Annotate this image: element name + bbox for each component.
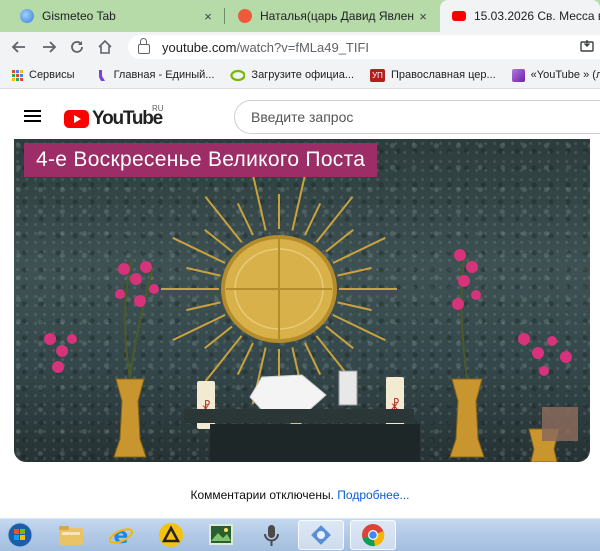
microphone-icon[interactable] [248,520,294,550]
sun-ray [337,301,372,312]
right-vase [449,378,485,458]
home-icon [98,39,112,54]
back-button[interactable] [8,37,30,57]
site-favicon-icon [238,9,252,23]
url-path: /watch?v=fMLa49_TIFI [236,39,370,55]
sun-ray [172,314,226,342]
gismeteo-favicon-icon [20,9,34,23]
tab-gismeteo[interactable]: Gismeteo Tab × [8,0,223,32]
sun-ray [172,236,226,264]
search-input[interactable] [234,100,600,134]
sun-ray [186,301,221,312]
menu-icon[interactable] [24,110,41,122]
windows-start-icon[interactable] [0,520,40,550]
left-vase [113,378,147,458]
bookmark-label: Главная - Единый... [113,69,215,81]
tab-title: Gismeteo Tab [42,9,116,23]
sun-ray [236,202,254,236]
triangle-app-icon[interactable] [148,520,194,550]
region-code: RU [152,104,164,113]
right-orchids [452,249,572,376]
youtube-header: YouTube RU [0,89,600,139]
sun-ray [325,228,354,253]
tab-title: 15.03.2026 Св. Месса в 20:0 [474,9,600,23]
arrow-right-icon [43,41,57,53]
apps-grid-icon [12,69,23,81]
sun-ray [236,342,254,376]
tab-youtube-active[interactable]: 15.03.2026 Св. Месса в 20:0 [440,0,600,32]
url-text: youtube.com/watch?v=fMLa49_TIFI [162,40,369,55]
sun-ray [304,202,322,236]
sun-ray [304,342,322,376]
home-button[interactable] [94,37,116,57]
bookmarks-bar: Сервисы Главная - Единый... Загрузите оф… [0,62,600,89]
url-host: youtube.com [162,39,237,55]
comments-text: Комментарии отключены. [190,488,334,502]
youtube-logo[interactable]: YouTube [64,108,163,130]
reload-icon [71,41,83,53]
video-player[interactable]: ☧ ☧ 4-е Воскресенье Великого Поста [14,139,590,462]
altar-top [184,409,414,423]
tab-strip: Gismeteo Tab × Наталья(царь Давид Явлен)… [0,0,600,32]
tab-separator [224,8,225,24]
internet-explorer-icon[interactable]: e [98,520,144,550]
clapper-icon [511,68,525,82]
sun-ray [325,325,354,350]
sun-ray [186,266,221,277]
youtube-play-icon [64,110,89,128]
video-caption: 4-е Воскресенье Великого Поста [24,143,378,177]
chrome-icon[interactable] [350,520,396,550]
sun-ray [332,236,386,264]
install-app-icon[interactable] [580,39,594,56]
bookmark-orthodox[interactable]: УП Православная цер... [370,68,496,82]
bookmark-label: Православная цер... [391,69,496,81]
tab-natalia[interactable]: Наталья(царь Давид Явлен) Ива × [226,0,438,32]
channel-watermark [542,407,578,441]
sun-ray [337,266,372,277]
bookmark-services[interactable]: Сервисы [12,69,75,81]
close-icon[interactable]: × [199,9,217,24]
sun-ray [251,173,267,231]
reload-button[interactable] [66,37,88,57]
sun-ray [332,314,386,342]
svg-text:e: e [114,524,129,548]
gosuslugi-icon [98,69,105,81]
card [338,370,358,406]
youtube-favicon-icon [452,11,466,21]
network-tool-icon[interactable] [298,520,344,550]
bookmark-nvidia[interactable]: Загрузите официа... [230,69,354,82]
arrow-left-icon [11,41,25,53]
comments-disabled-notice: Комментарии отключены. Подробнее... [0,488,600,502]
address-bar[interactable]: youtube.com/watch?v=fMLa49_TIFI [128,35,600,59]
sun-ray [204,228,233,253]
bookmark-label: «YouTube » (личн [530,69,600,81]
photo-viewer-icon[interactable] [198,520,244,550]
bookmark-youtube-personal[interactable]: «YouTube » (личн [511,68,600,82]
nvidia-icon [230,69,246,81]
forward-button[interactable] [38,37,60,57]
bookmark-gosuslugi[interactable]: Главная - Единый... [95,69,215,82]
sun-ray [291,173,307,231]
orthodox-badge-icon: УП [370,68,386,82]
browser-toolbar: youtube.com/watch?v=fMLa49_TIFI [0,32,600,62]
windows-taskbar: e [0,518,600,551]
lock-icon [138,38,150,54]
tab-title: Наталья(царь Давид Явлен) Ива [260,9,414,23]
close-icon[interactable]: × [414,9,432,24]
bookmark-label: Загрузите официа... [251,69,355,81]
sun-ray [204,325,233,350]
learn-more-link[interactable]: Подробнее... [337,488,409,502]
explorer-folder-icon[interactable] [48,520,94,550]
bookmark-label: Сервисы [29,69,75,81]
altar-stand [210,424,420,462]
